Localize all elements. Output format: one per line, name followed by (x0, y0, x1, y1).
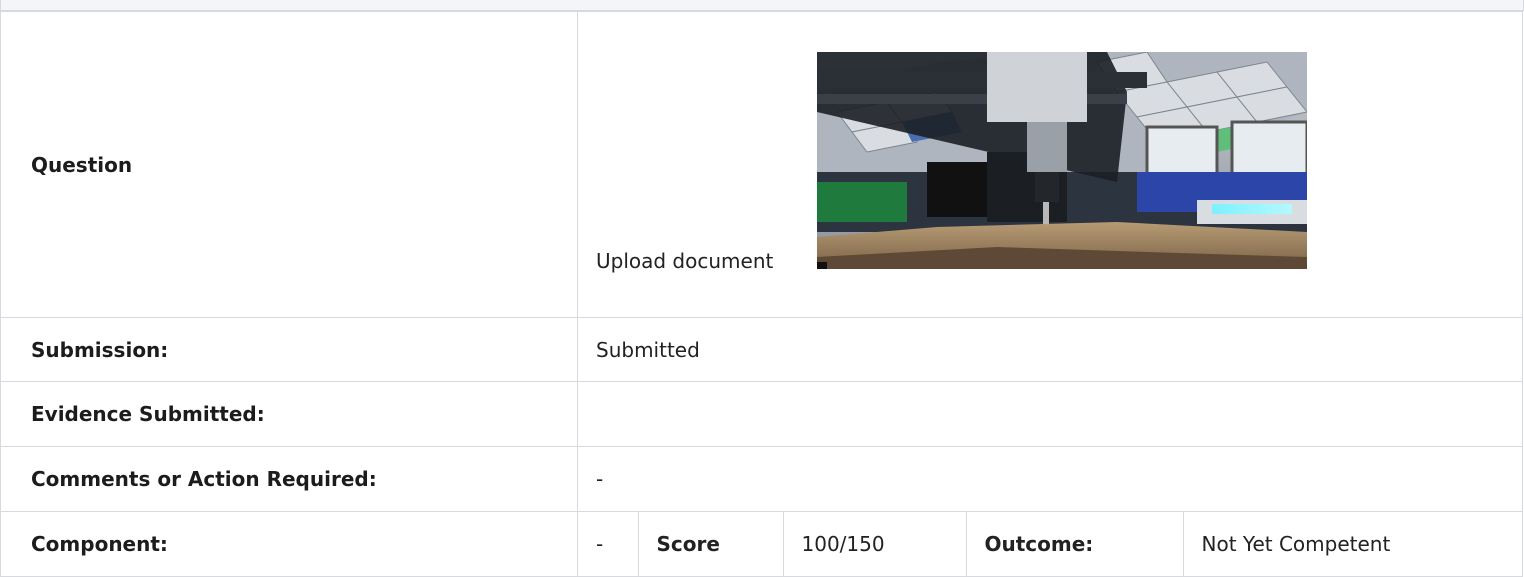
question-label: Question (0, 11, 578, 318)
cnc-router-photo[interactable] (817, 52, 1307, 269)
question-content: Upload document (577, 11, 1523, 318)
upload-document-text: Upload document (596, 249, 774, 273)
submission-value: Submitted (577, 317, 1523, 382)
evidence-label: Evidence Submitted: (0, 381, 578, 447)
score-value: 100/150 (782, 512, 966, 576)
submission-row: Submission: Submitted (0, 317, 1523, 382)
assessment-table: Question Upload document Submission: Sub… (0, 11, 1523, 577)
evidence-value (577, 381, 1523, 447)
comments-label: Comments or Action Required: (0, 446, 578, 512)
question-row: Question Upload document (0, 11, 1523, 318)
score-label: Score (637, 512, 783, 576)
outcome-value: Not Yet Competent (1182, 512, 1523, 576)
outcome-label: Outcome: (965, 512, 1183, 576)
submission-label: Submission: (0, 317, 578, 382)
evidence-row: Evidence Submitted: (0, 381, 1523, 447)
comments-row: Comments or Action Required: - (0, 446, 1523, 512)
table-top-strip (0, 0, 1524, 11)
component-value: - (596, 532, 604, 556)
comments-value: - (577, 446, 1523, 512)
component-detail-grid: - Score 100/150 Outcome: Not Yet Compete… (578, 512, 1523, 576)
